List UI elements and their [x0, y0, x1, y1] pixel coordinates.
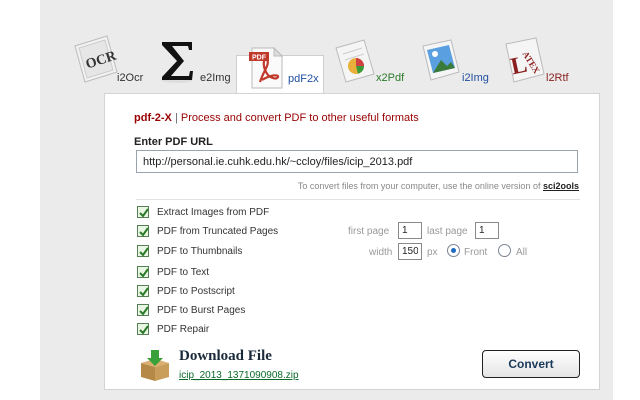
width-label: width	[369, 247, 393, 258]
hint-message: To convert files from your computer, use…	[297, 181, 541, 191]
option-label: PDF to Postscript	[157, 285, 235, 297]
app-frame: OCR i2Ocr e2Img PDF pdF2x x2Pdf i2Img L …	[40, 0, 613, 400]
checkbox[interactable]	[137, 206, 149, 218]
checkbox[interactable]	[137, 323, 149, 335]
checkbox[interactable]	[137, 245, 149, 257]
title-description: Process and convert PDF to other useful …	[180, 112, 419, 124]
tab-i2ocr[interactable]: OCR i2Ocr	[65, 30, 160, 92]
option-label: PDF to Thumbnails	[157, 245, 243, 257]
pdf-icon: PDF	[240, 42, 290, 92]
tab-label: x2Pdf	[376, 72, 405, 84]
last-page-input[interactable]	[475, 222, 499, 239]
hint-text: To convert files from your computer, use…	[298, 181, 579, 191]
front-label: Front	[464, 247, 488, 258]
front-radio[interactable]	[447, 244, 460, 257]
option-label: Extract Images from PDF	[157, 206, 270, 218]
page-title: pdf-2-X | Process and convert PDF to oth…	[134, 112, 419, 124]
all-radio[interactable]	[498, 244, 511, 257]
sigma-icon	[152, 36, 214, 98]
download-title: Download File	[179, 348, 272, 364]
download-link[interactable]: icip_2013_1371090908.zip	[179, 370, 299, 381]
url-label: Enter PDF URL	[134, 136, 213, 148]
convert-button[interactable]: Convert	[482, 350, 580, 378]
tab-label: l2Rtf	[546, 72, 569, 84]
first-page-input[interactable]	[398, 222, 422, 239]
brand-name: pdf-2-X	[134, 112, 172, 124]
tab-l2rtf[interactable]: L ATEX l2Rtf	[496, 30, 596, 92]
tab-e2img[interactable]: e2Img	[152, 30, 247, 92]
option-label: PDF Repair	[157, 323, 210, 335]
main-panel: pdf-2-X | Process and convert PDF to oth…	[104, 93, 600, 390]
option-extract-images[interactable]: Extract Images from PDF	[137, 205, 269, 219]
title-separator: |	[174, 112, 178, 124]
chart-doc-icon	[328, 36, 390, 98]
all-label: All	[516, 247, 528, 258]
download-box-icon	[138, 349, 172, 383]
option-repair[interactable]: PDF Repair	[137, 322, 209, 336]
image-doc-icon	[413, 36, 475, 98]
last-page-label: last page	[427, 226, 468, 237]
sci2ools-link[interactable]: sci2ools	[543, 181, 579, 191]
ocr-icon: OCR	[67, 32, 129, 94]
divider	[136, 199, 580, 200]
option-label: PDF from Truncated Pages	[157, 225, 279, 237]
width-input[interactable]	[398, 243, 422, 260]
tab-label: pdF2x	[288, 73, 319, 85]
tab-i2img[interactable]: i2Img	[413, 30, 503, 92]
checkbox[interactable]	[137, 304, 149, 316]
tab-label: i2Ocr	[117, 72, 144, 84]
checkbox[interactable]	[137, 266, 149, 278]
option-thumbnails[interactable]: PDF to Thumbnails	[137, 244, 242, 258]
tab-x2pdf[interactable]: x2Pdf	[328, 30, 418, 92]
tab-label: e2Img	[200, 72, 231, 84]
option-burst-pages[interactable]: PDF to Burst Pages	[137, 303, 245, 317]
checkbox[interactable]	[137, 285, 149, 297]
option-truncated-pages[interactable]: PDF from Truncated Pages	[137, 224, 278, 238]
option-label: PDF to Text	[157, 266, 210, 278]
first-page-label: first page	[348, 226, 390, 237]
checkbox[interactable]	[137, 225, 149, 237]
px-unit: px	[427, 247, 438, 258]
latex-icon: L ATEX	[496, 34, 558, 96]
url-input[interactable]	[136, 150, 578, 173]
option-label: PDF to Burst Pages	[157, 304, 246, 316]
option-text[interactable]: PDF to Text	[137, 265, 209, 279]
tab-label: i2Img	[462, 72, 489, 84]
option-postscript[interactable]: PDF to Postscript	[137, 284, 235, 298]
